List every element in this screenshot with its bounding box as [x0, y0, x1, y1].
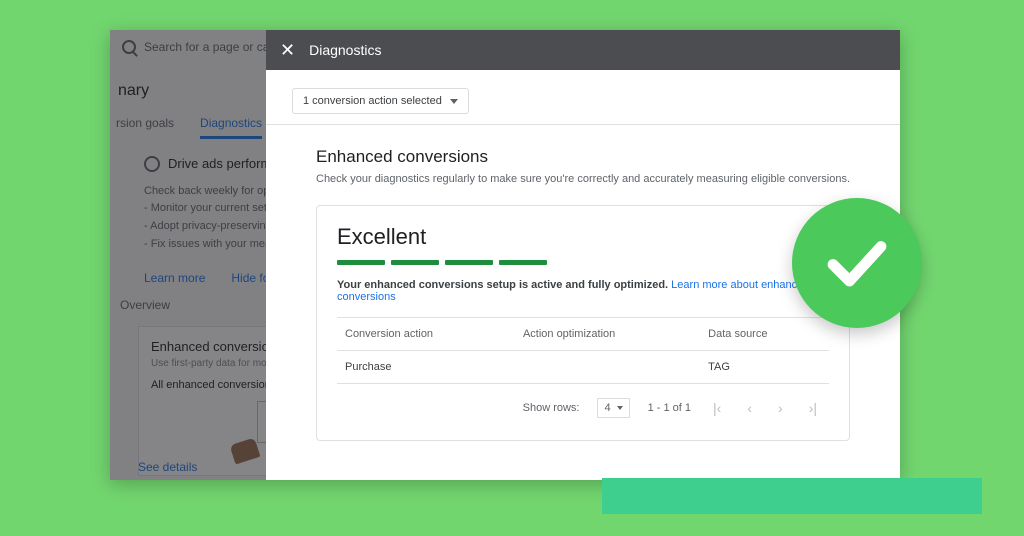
divider — [266, 124, 900, 125]
conversions-table: Conversion action Action optimization Da… — [337, 317, 829, 428]
chevron-down-icon — [450, 99, 458, 104]
chevron-down-icon — [617, 406, 623, 410]
prev-page-button[interactable]: ‹ — [743, 400, 756, 416]
cell-action: Purchase — [337, 351, 515, 384]
status-bars — [337, 260, 829, 265]
status-message: Your enhanced conversions setup is activ… — [337, 279, 829, 303]
table-row: Purchase TAG — [337, 351, 829, 384]
selector-label: 1 conversion action selected — [303, 95, 442, 107]
panel-content: Enhanced conversions Check your diagnost… — [292, 147, 874, 441]
app-window: Search for a page or campaign nary rsion… — [110, 30, 900, 480]
cell-source: TAG — [700, 351, 829, 384]
table-pager: Show rows: 4 1 - 1 of 1 |‹ ‹ › ›| — [345, 394, 821, 418]
section-subtitle: Check your diagnostics regularly to make… — [316, 173, 850, 185]
col-data-source: Data source — [700, 318, 829, 351]
check-icon — [821, 227, 893, 299]
show-rows-label: Show rows: — [523, 402, 580, 414]
last-page-button[interactable]: ›| — [805, 400, 821, 416]
panel-title: Diagnostics — [309, 42, 381, 58]
success-check-badge — [792, 198, 922, 328]
close-icon[interactable]: ✕ — [280, 41, 295, 59]
col-action-optimization: Action optimization — [515, 318, 700, 351]
status-card: Excellent Your enhanced conversions setu… — [316, 205, 850, 441]
panel-header: ✕ Diagnostics — [266, 30, 900, 70]
page-range: 1 - 1 of 1 — [648, 402, 691, 414]
rows-per-page-select[interactable]: 4 — [597, 398, 629, 418]
next-page-button[interactable]: › — [774, 400, 787, 416]
col-conversion-action: Conversion action — [337, 318, 515, 351]
status-title: Excellent — [337, 224, 829, 250]
conversion-selector[interactable]: 1 conversion action selected — [292, 88, 469, 114]
cell-optimization — [515, 351, 700, 384]
decorative-strip — [602, 478, 982, 514]
first-page-button[interactable]: |‹ — [709, 400, 725, 416]
section-title: Enhanced conversions — [316, 147, 850, 167]
